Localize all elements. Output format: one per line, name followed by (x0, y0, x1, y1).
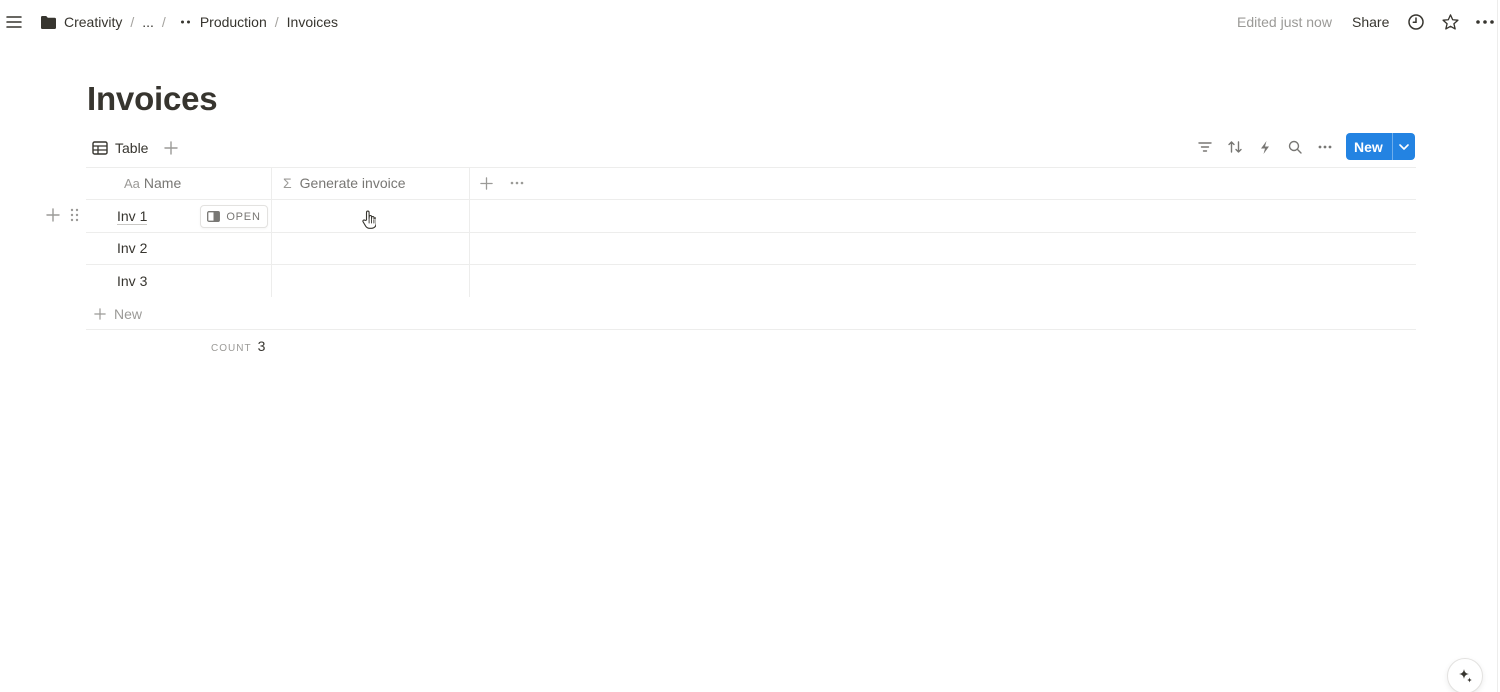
add-row-button[interactable]: New (94, 304, 142, 324)
view-more-icon[interactable] (1311, 133, 1339, 161)
new-button[interactable]: New (1346, 133, 1415, 160)
count-label: COUNT (211, 343, 252, 354)
breadcrumb-separator: / (274, 14, 279, 30)
row-name-cell[interactable]: Inv 2 (117, 240, 147, 256)
table-border (86, 232, 1416, 233)
breadcrumb-item-creativity[interactable]: Creativity (64, 14, 122, 30)
breadcrumb-item-invoices[interactable]: Invoices (287, 14, 338, 30)
breadcrumb-separator: / (161, 14, 166, 30)
table-border (86, 199, 1416, 200)
column-divider (271, 167, 272, 297)
text-property-icon: Aa (124, 175, 140, 191)
automation-icon[interactable] (1251, 133, 1279, 161)
sparkle-icon (1456, 667, 1474, 685)
ai-assistant-button[interactable] (1447, 658, 1483, 692)
drag-handle-icon[interactable] (70, 205, 79, 225)
table-row[interactable]: Inv 1 (117, 206, 148, 226)
search-icon[interactable] (1281, 133, 1309, 161)
star-icon[interactable] (1440, 12, 1460, 32)
new-button-label: New (1354, 138, 1383, 155)
tab-table[interactable]: Table (92, 137, 148, 159)
open-button-label: OPEN (226, 210, 261, 223)
table-row[interactable]: Inv 3 (117, 271, 147, 291)
side-peek-icon (207, 211, 221, 222)
column-divider (469, 167, 470, 297)
open-button[interactable]: OPEN (200, 205, 268, 228)
clock-icon[interactable] (1406, 12, 1426, 32)
tab-table-label: Table (115, 140, 149, 156)
view-bar: Table New (86, 133, 1416, 167)
table-row[interactable]: Inv 2 (117, 238, 147, 258)
menu-icon[interactable] (5, 12, 23, 32)
dots-page-icon (180, 19, 192, 25)
table-border (86, 264, 1416, 265)
window-edge (1497, 0, 1498, 692)
count-summary[interactable]: COUNT 3 (211, 338, 265, 354)
table-border (86, 329, 1416, 330)
add-property-icon[interactable] (480, 176, 493, 190)
count-value: 3 (257, 338, 266, 354)
add-row-plus-icon[interactable] (46, 205, 60, 225)
plus-icon (94, 308, 106, 320)
share-button[interactable]: Share (1352, 12, 1389, 32)
sort-icon[interactable] (1221, 133, 1249, 161)
formula-icon: Σ (283, 175, 292, 191)
column-header-generate-invoice[interactable]: Σ Generate invoice (283, 173, 406, 193)
page-title[interactable]: Invoices (87, 80, 218, 118)
breadcrumb-item-production[interactable]: Production (200, 14, 267, 30)
top-bar: Creativity / ... / Production / Invoices… (0, 0, 1500, 44)
breadcrumb: Creativity / ... / Production / Invoices (40, 12, 338, 32)
breadcrumb-separator: / (130, 14, 135, 30)
add-row-label: New (114, 306, 143, 322)
breadcrumb-item-ellipsis[interactable]: ... (142, 14, 154, 30)
chevron-down-icon[interactable] (1393, 143, 1415, 150)
filter-icon[interactable] (1191, 133, 1219, 161)
add-view-icon[interactable] (164, 137, 178, 159)
hand-cursor-icon (362, 209, 376, 231)
table-icon (92, 141, 108, 155)
folder-icon (40, 15, 57, 30)
view-toolbar (1191, 133, 1339, 161)
row-name-cell[interactable]: Inv 1 (117, 208, 148, 225)
column-header-generate-invoice-label: Generate invoice (299, 175, 406, 191)
row-name-cell[interactable]: Inv 3 (117, 273, 147, 289)
more-icon[interactable] (1474, 12, 1496, 32)
column-more-icon[interactable] (510, 181, 524, 185)
table-border (86, 167, 1416, 168)
edited-status: Edited just now (1237, 14, 1332, 30)
column-header-name[interactable]: Aa Name (124, 173, 181, 193)
column-header-name-label: Name (143, 175, 182, 191)
